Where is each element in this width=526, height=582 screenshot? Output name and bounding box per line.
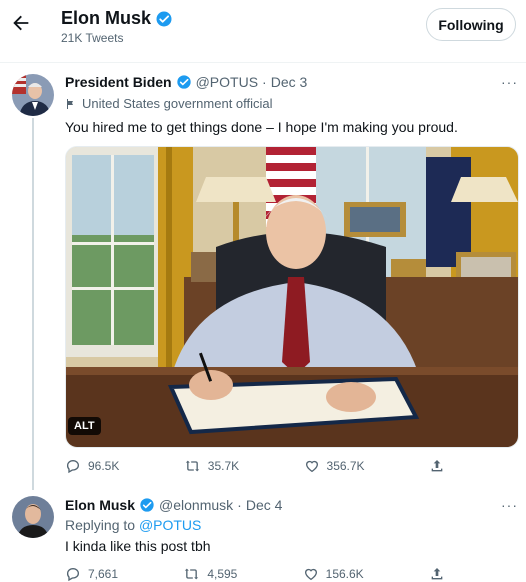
reply-icon <box>66 568 79 582</box>
replying-to: Replying to @POTUS <box>65 517 201 533</box>
heart-icon <box>305 460 318 473</box>
reply-count: 96.5K <box>88 459 120 473</box>
reply-action[interactable]: 7,661 <box>65 566 118 582</box>
tweet1-photo[interactable] <box>65 146 519 448</box>
retweet-action[interactable]: 4,595 <box>183 566 237 582</box>
tweet1-date[interactable]: Dec 3 <box>271 74 308 90</box>
elon-avatar[interactable] <box>12 496 54 538</box>
tweet2-more-icon[interactable]: ··· <box>501 497 518 513</box>
following-button[interactable]: Following <box>426 8 516 41</box>
flag-icon <box>67 98 73 109</box>
reply-icon <box>66 460 79 474</box>
tweet1-handle[interactable]: @POTUS <box>196 74 258 90</box>
retweet-icon <box>185 460 199 472</box>
thread-connector-line <box>32 118 34 490</box>
profile-header: Elon Musk 21K Tweets Following <box>0 0 526 58</box>
share-icon <box>431 460 443 472</box>
retweet-action[interactable]: 35.7K <box>184 458 239 474</box>
like-count: 156.6K <box>325 567 364 581</box>
gov-label: United States government official <box>82 96 273 111</box>
like-action[interactable]: 156.6K <box>303 566 364 582</box>
header-divider <box>0 62 526 63</box>
reply-action[interactable]: 96.5K <box>65 458 119 474</box>
like-action[interactable]: 356.7K <box>304 458 365 474</box>
back-arrow-icon[interactable] <box>10 12 32 34</box>
tweet2-author[interactable]: Elon Musk <box>65 497 135 513</box>
tweet2-actions: 7,661 4,595 156.6K <box>65 566 445 582</box>
tweet2-date[interactable]: Dec 4 <box>246 497 283 513</box>
retweet-count: 35.7K <box>207 459 240 473</box>
retweet-count: 4,595 <box>207 567 238 581</box>
like-count: 356.7K <box>326 459 365 473</box>
verified-badge-icon <box>156 11 172 26</box>
biden-avatar[interactable] <box>12 74 54 116</box>
replying-prefix: Replying to <box>65 517 136 533</box>
heart-icon <box>304 568 317 581</box>
header-title: Elon Musk <box>61 8 152 28</box>
tweet2-separator: · <box>237 497 242 513</box>
tweet1-actions: 96.5K 35.7K 356.7K <box>65 458 445 474</box>
header-name-row: Elon Musk <box>61 8 173 29</box>
tweet1-author[interactable]: President Biden <box>65 74 172 90</box>
share-icon <box>431 568 443 580</box>
gov-label-row: United States government official <box>65 96 273 111</box>
alt-badge[interactable]: ALT <box>68 417 101 435</box>
retweet-icon <box>185 568 199 580</box>
verified-badge-icon <box>176 75 191 89</box>
tweet1-meta: President Biden @POTUS · Dec 3 <box>65 74 307 90</box>
replying-handle-link[interactable]: @POTUS <box>139 517 201 533</box>
tweet2-text: I kinda like this post tbh <box>65 538 211 554</box>
share-action[interactable] <box>429 458 445 474</box>
tweet2-handle[interactable]: @elonmusk <box>159 497 233 513</box>
tweet2-meta: Elon Musk @elonmusk · Dec 4 <box>65 497 282 513</box>
verified-badge-icon <box>140 498 154 512</box>
tweet1-text: You hired me to get things done – I hope… <box>65 119 458 135</box>
tweet1-more-icon[interactable]: ··· <box>501 74 518 90</box>
tweet1-separator: · <box>262 74 267 90</box>
reply-count: 7,661 <box>88 567 119 581</box>
tweet-count: 21K Tweets <box>61 31 124 45</box>
share-action[interactable] <box>429 566 445 582</box>
